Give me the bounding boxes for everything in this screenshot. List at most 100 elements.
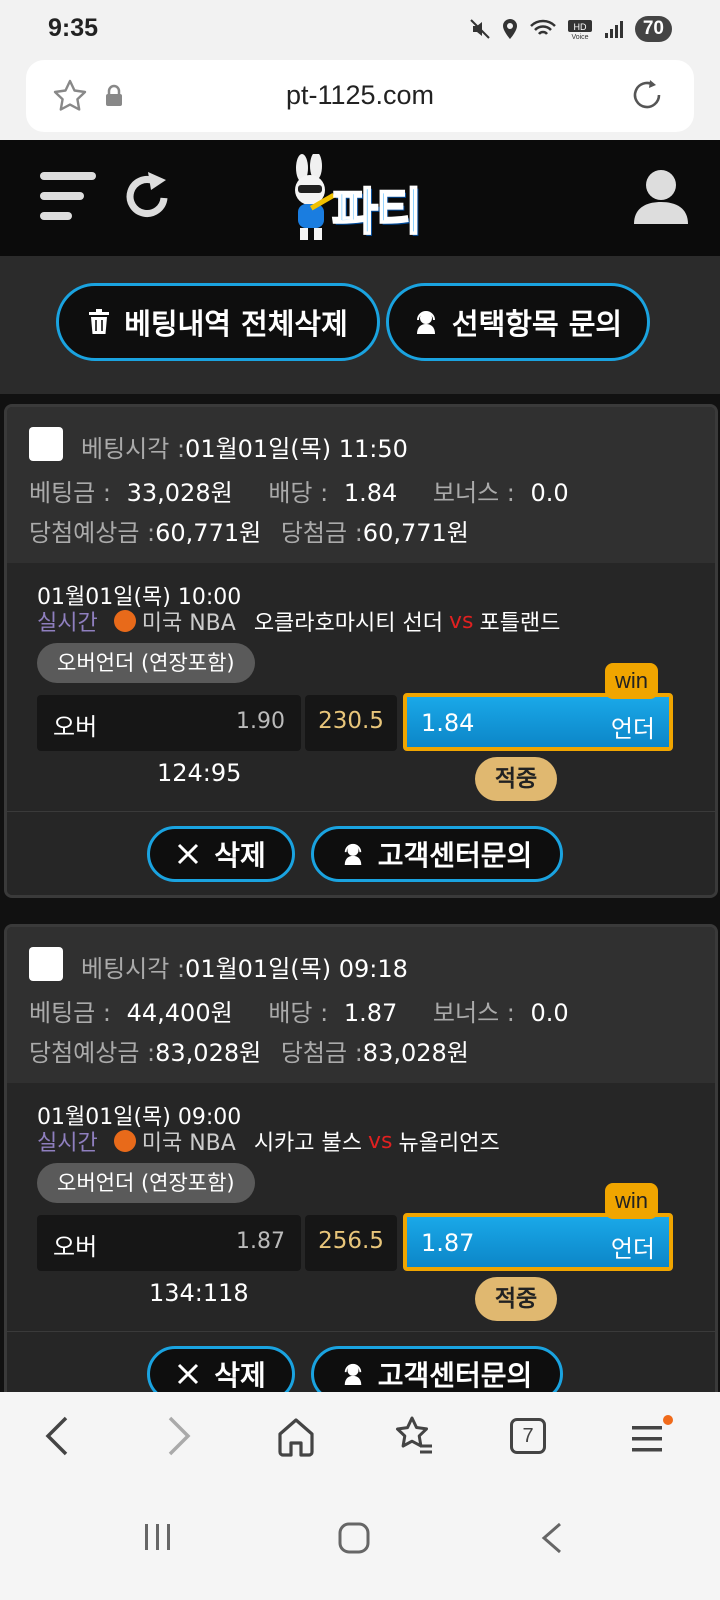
tabs-button[interactable]: 7	[510, 1418, 546, 1454]
under-odds: 1.87	[421, 1229, 475, 1257]
over-label: 오버	[53, 1233, 98, 1261]
away-team: 포틀랜드	[479, 611, 561, 636]
game-meta: 실시간 미국 NBA 시카고 불스 vs 뉴올리언즈	[37, 1125, 500, 1157]
over-label: 오버	[53, 713, 98, 741]
delete-label: 삭제	[214, 1359, 266, 1392]
bet-time-value: 01월01일(목) 09:18	[185, 955, 408, 983]
delete-label: 삭제	[214, 839, 266, 872]
bet-amount-value: 33,028원	[126, 479, 233, 507]
inquire-selected-button[interactable]: 선택항목 문의	[386, 283, 650, 361]
vs-label: vs	[368, 1128, 393, 1154]
close-icon	[178, 843, 199, 865]
delete-all-button[interactable]: 베팅내역 전체삭제	[56, 283, 380, 361]
final-score: 124:95	[157, 759, 242, 787]
signal-icon	[604, 21, 623, 38]
svg-text:Voice: Voice	[571, 34, 588, 40]
expected-value: 60,771원	[155, 519, 262, 547]
browser-bottom-nav: 7	[0, 1392, 720, 1482]
tab-count: 7	[522, 1425, 534, 1447]
league-name: 미국 NBA	[141, 1131, 236, 1156]
rabbit-mascot-icon	[295, 154, 336, 240]
headset-agent-icon	[416, 311, 435, 334]
market-badge: 오버언더 (연장포함)	[37, 1163, 255, 1203]
support-label: 고객센터문의	[377, 839, 533, 872]
back-icon[interactable]	[42, 1414, 72, 1458]
browser-toolbar: pt-1125.com	[0, 58, 720, 140]
hit-badge: 적중	[475, 1277, 557, 1321]
basketball-icon	[113, 610, 136, 632]
bet-time-row: 베팅시각 :01월01일(목) 09:18	[81, 949, 408, 984]
delete-button[interactable]: 삭제	[147, 826, 295, 882]
bet-card: 베팅시각 :01월01일(목) 09:18 베팅금 : 44,400원 배당 :…	[4, 924, 718, 1418]
browser-menu-icon[interactable]	[628, 1414, 674, 1458]
logo-text: 파티	[331, 182, 423, 242]
under-option-selected: 1.87 언더	[403, 1213, 673, 1271]
over-odds: 1.87	[236, 1229, 285, 1254]
delete-all-label: 베팅내역 전체삭제	[124, 307, 348, 341]
battery-indicator: 70	[634, 16, 672, 42]
odds-value: 1.87	[343, 999, 398, 1027]
home-team: 시카고 불스	[253, 1131, 363, 1156]
bet-select-checkbox[interactable]	[29, 947, 63, 981]
payout-label: 당첨금 :	[280, 1039, 363, 1067]
under-label: 언더	[610, 715, 655, 743]
system-navigation-bar	[0, 1482, 720, 1600]
bookmarks-icon[interactable]	[392, 1414, 434, 1458]
game-detail: 01월01일(목) 10:00 실시간 미국 NBA 오클라호마시티 선더 vs…	[7, 563, 715, 811]
mute-icon	[470, 19, 490, 39]
site-logo[interactable]: 파티	[280, 154, 440, 244]
home-button-icon[interactable]	[338, 1522, 370, 1554]
bet-time-row: 베팅시각 :01월01일(목) 11:50	[81, 429, 408, 464]
system-back-icon[interactable]	[540, 1522, 564, 1554]
forward-icon[interactable]	[164, 1414, 194, 1458]
bet-select-checkbox[interactable]	[29, 427, 63, 461]
bet-time-label: 베팅시각 :	[81, 955, 186, 983]
refresh-icon[interactable]	[124, 170, 172, 222]
support-inquiry-button[interactable]: 고객센터문의	[311, 826, 563, 882]
basketball-icon	[113, 1130, 136, 1152]
bet-amount-row: 베팅금 : 33,028원 배당 : 1.84 보너스 : 0.0	[29, 473, 569, 508]
bet-amount-label: 베팅금 :	[29, 479, 111, 507]
support-label: 고객센터문의	[377, 1359, 533, 1392]
over-option: 오버 1.87	[37, 1215, 301, 1271]
odds-label: 배당 :	[268, 999, 329, 1027]
final-score: 134:118	[149, 1279, 249, 1307]
odds-value: 1.84	[343, 479, 398, 507]
home-icon[interactable]	[276, 1414, 316, 1458]
over-option: 오버 1.90	[37, 695, 301, 751]
status-bar: 9:35 HD Voice 70	[0, 0, 720, 58]
bet-history-toolbar: 베팅내역 전체삭제 선택항목 문의	[0, 256, 720, 394]
headset-agent-icon	[344, 843, 361, 865]
bet-amount-value: 44,400원	[126, 999, 233, 1027]
payout-label: 당첨금 :	[280, 519, 363, 547]
user-account-icon[interactable]	[632, 168, 690, 226]
line-option: 230.5	[305, 695, 397, 751]
payout-value: 60,771원	[362, 519, 469, 547]
status-icons: HD Voice 70	[469, 16, 672, 42]
hamburger-menu-icon[interactable]	[40, 170, 98, 222]
bonus-label: 보너스 :	[432, 999, 515, 1027]
recent-apps-icon[interactable]	[142, 1522, 174, 1552]
home-team: 오클라호마시티 선더	[253, 611, 443, 636]
away-team: 뉴올리언즈	[398, 1131, 500, 1156]
expected-value: 83,028원	[155, 1039, 262, 1067]
league-name: 미국 NBA	[141, 611, 236, 636]
total-line: 230.5	[318, 708, 384, 734]
address-bar[interactable]: pt-1125.com	[26, 60, 694, 132]
bet-time-label: 베팅시각 :	[81, 435, 186, 463]
bet-time-value: 01월01일(목) 11:50	[185, 435, 408, 463]
bonus-label: 보너스 :	[432, 479, 515, 507]
close-icon	[178, 1363, 199, 1385]
total-line: 256.5	[318, 1228, 384, 1254]
reload-icon[interactable]	[628, 76, 666, 114]
expected-label: 당첨예상금 :	[29, 1039, 156, 1067]
status-time: 9:35	[48, 14, 99, 42]
under-label: 언더	[610, 1235, 655, 1263]
bet-card: 베팅시각 :01월01일(목) 11:50 베팅금 : 33,028원 배당 :…	[4, 404, 718, 898]
under-option-selected: 1.84 언더	[403, 693, 673, 751]
payout-row: 당첨예상금 :60,771원 당첨금 :60,771원	[29, 513, 469, 548]
svg-text:HD: HD	[573, 22, 586, 32]
bet-amount-label: 베팅금 :	[29, 999, 111, 1027]
bet-amount-row: 베팅금 : 44,400원 배당 : 1.87 보너스 : 0.0	[29, 993, 569, 1028]
bet-summary: 베팅시각 :01월01일(목) 09:18 베팅금 : 44,400원 배당 :…	[7, 927, 715, 1083]
